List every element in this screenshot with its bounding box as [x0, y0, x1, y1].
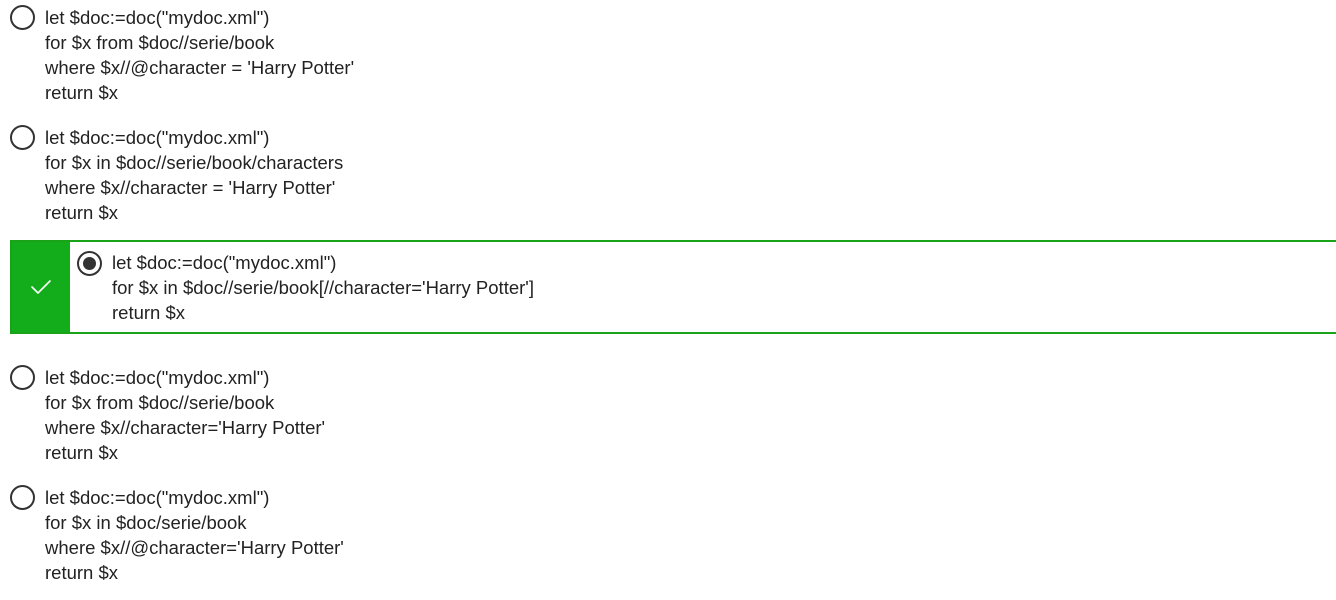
- radio-button-option-2[interactable]: [10, 125, 35, 150]
- option-3-code: let $doc:=doc("mydoc.xml") for $x in $do…: [112, 250, 534, 325]
- option-5-code: let $doc:=doc("mydoc.xml") for $x in $do…: [45, 485, 344, 585]
- option-1-line-4: return $x: [45, 82, 119, 103]
- option-3-line-2: for $x in $doc//serie/book[//character='…: [112, 277, 534, 298]
- radio-button-option-4[interactable]: [10, 365, 35, 390]
- option-2-line-1: let $doc:=doc("mydoc.xml"): [45, 127, 270, 148]
- option-4-line-1: let $doc:=doc("mydoc.xml"): [45, 367, 270, 388]
- option-2-line-4: return $x: [45, 202, 119, 223]
- option-3-line-1: let $doc:=doc("mydoc.xml"): [112, 252, 337, 273]
- option-5-line-2: for $x in $doc/serie/book: [45, 512, 247, 533]
- radio-button-option-1[interactable]: [10, 5, 35, 30]
- radio-button-option-5[interactable]: [10, 485, 35, 510]
- option-2-code: let $doc:=doc("mydoc.xml") for $x in $do…: [45, 125, 343, 225]
- answer-options: let $doc:=doc("mydoc.xml") for $x from $…: [0, 0, 1336, 600]
- option-4-line-4: return $x: [45, 442, 119, 463]
- option-3-line-3: return $x: [112, 302, 186, 323]
- answer-option-5[interactable]: let $doc:=doc("mydoc.xml") for $x in $do…: [0, 480, 1336, 600]
- option-1-code: let $doc:=doc("mydoc.xml") for $x from $…: [45, 5, 354, 105]
- correct-indicator: [12, 242, 70, 332]
- radio-selected-dot: [83, 257, 96, 270]
- option-1-line-2: for $x from $doc//serie/book: [45, 32, 275, 53]
- radio-button-option-3-selected[interactable]: [77, 251, 102, 276]
- option-5-line-3: where $x//@character='Harry Potter': [45, 537, 344, 558]
- answer-option-3-correct[interactable]: let $doc:=doc("mydoc.xml") for $x in $do…: [10, 240, 1336, 334]
- answer-option-2[interactable]: let $doc:=doc("mydoc.xml") for $x in $do…: [0, 120, 1336, 240]
- option-4-code: let $doc:=doc("mydoc.xml") for $x from $…: [45, 365, 325, 465]
- option-5-line-1: let $doc:=doc("mydoc.xml"): [45, 487, 270, 508]
- option-2-line-2: for $x in $doc//serie/book/characters: [45, 152, 344, 173]
- option-5-line-4: return $x: [45, 562, 119, 583]
- option-1-line-3: where $x//@character = 'Harry Potter': [45, 57, 355, 78]
- answer-option-4[interactable]: let $doc:=doc("mydoc.xml") for $x from $…: [0, 360, 1336, 480]
- option-1-line-1: let $doc:=doc("mydoc.xml"): [45, 7, 270, 28]
- option-2-line-3: where $x//character = 'Harry Potter': [45, 177, 336, 198]
- option-4-line-3: where $x//character='Harry Potter': [45, 417, 326, 438]
- answer-option-1[interactable]: let $doc:=doc("mydoc.xml") for $x from $…: [0, 0, 1336, 120]
- check-icon: [31, 280, 51, 294]
- option-4-line-2: for $x from $doc//serie/book: [45, 392, 275, 413]
